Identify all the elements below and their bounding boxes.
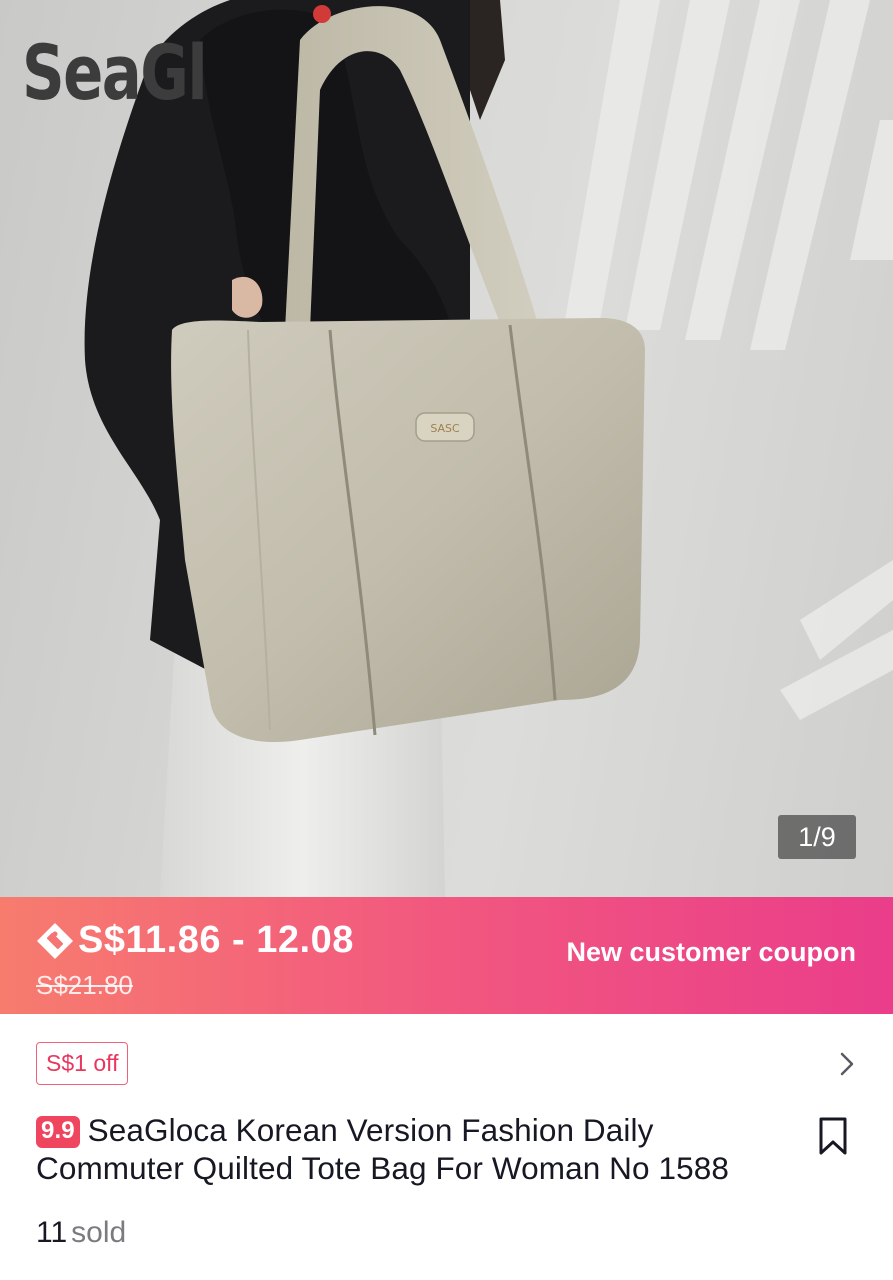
coupon-tag-icon — [37, 922, 73, 959]
new-customer-coupon-label[interactable]: New customer coupon — [566, 937, 856, 968]
sold-count-row: 11 sold — [36, 1216, 126, 1250]
product-photo: SASC — [84, 0, 893, 897]
brand-watermark: SeaGl — [22, 28, 208, 117]
price-row: S$11.86 - 12.08 — [34, 919, 354, 962]
bookmark-icon[interactable] — [817, 1116, 849, 1156]
product-title: 9.9 SeaGloca Korean Version Fashion Daily… — [36, 1111, 806, 1187]
product-image-carousel[interactable]: SASC SeaGl 1/9 — [0, 0, 893, 897]
image-counter: 1/9 — [778, 815, 856, 859]
sold-label: sold — [71, 1216, 127, 1249]
original-price: S$21.80 — [36, 970, 133, 1000]
coupon-row[interactable]: S$1 off — [36, 1042, 858, 1086]
discount-chip[interactable]: S$1 off — [36, 1042, 129, 1085]
bag-logo-text: SASC — [430, 422, 460, 435]
product-title-text: SeaGloca Korean Version Fashion Daily Co… — [36, 1112, 729, 1186]
sold-count: 11 — [36, 1216, 68, 1249]
chevron-right-icon[interactable] — [836, 1050, 858, 1078]
price-range: S$11.86 - 12.08 — [78, 919, 354, 961]
price-banner: S$11.86 - 12.08 S$21.80 New customer cou… — [0, 897, 893, 1014]
product-title-block: 9.9 SeaGloca Korean Version Fashion Daily… — [36, 1111, 806, 1187]
promo-badge: 9.9 — [36, 1116, 80, 1148]
